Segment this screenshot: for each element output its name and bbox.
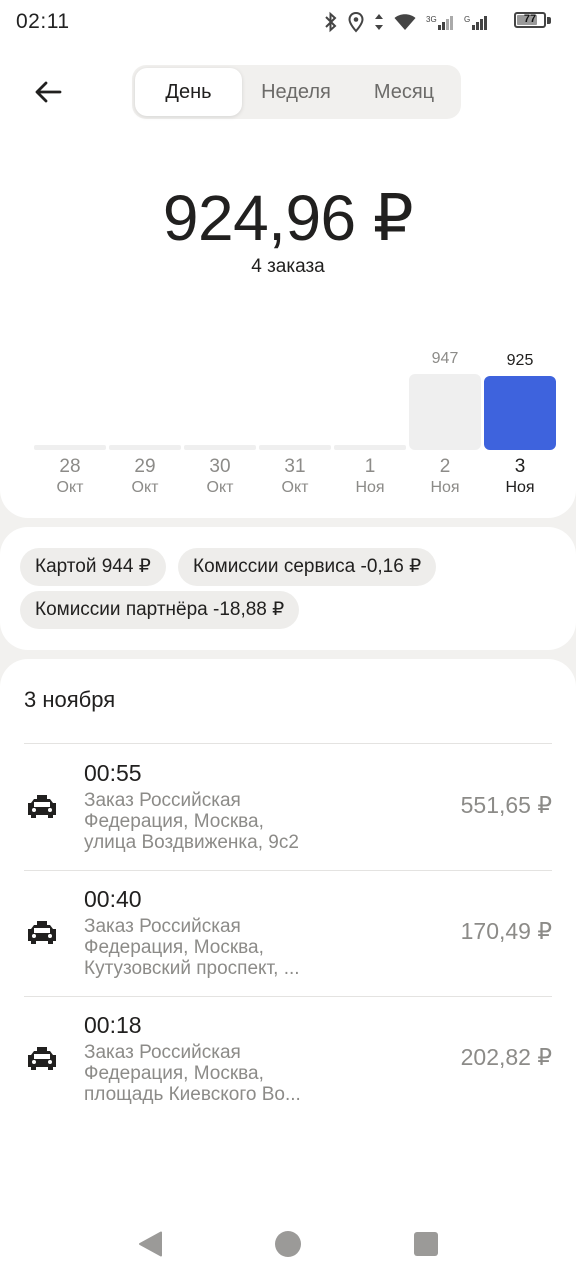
chart-tick-month: Ноя	[430, 479, 460, 496]
period-tabs: День Неделя Месяц	[132, 65, 461, 119]
signal-3g-icon: 3G	[426, 15, 453, 30]
battery-icon: 77	[514, 12, 546, 28]
chart-tick-month: Ноя	[355, 479, 385, 496]
chart-bar[interactable]	[484, 375, 556, 450]
chart-tick-label[interactable]: 30 Окт	[184, 456, 256, 498]
chart-tick-day: 2	[439, 456, 451, 477]
chart-tick-day: 3	[514, 456, 526, 477]
breakdown-card: Картой 944 ₽ Комиссии сервиса -0,16 ₽ Ко…	[0, 527, 576, 650]
total-earnings: 924,96 ₽	[162, 182, 414, 254]
nav-back-icon[interactable]	[138, 1231, 164, 1257]
data-arrows-icon	[375, 14, 383, 30]
back-button[interactable]	[24, 72, 72, 112]
card-payment-chip: Картой 944 ₽	[20, 548, 166, 586]
service-fee-chip: Комиссии сервиса -0,16 ₽	[178, 548, 437, 586]
order-price: 202,82 ₽	[460, 1044, 552, 1070]
battery-text: 77	[523, 13, 537, 25]
tab-week[interactable]: Неделя	[242, 68, 350, 116]
chart-bar[interactable]	[184, 445, 256, 450]
nav-home-icon[interactable]	[275, 1231, 301, 1257]
summary-card: День Неделя Месяц 924,96 ₽ 4 заказа 28 Ок…	[0, 44, 576, 518]
status-time: 02:11	[16, 10, 70, 33]
location-icon	[348, 11, 364, 33]
order-address-line: Заказ Российская	[84, 790, 241, 811]
chart-tick-month: Окт	[131, 479, 159, 496]
chart-tick-label[interactable]: 1 Ноя	[334, 456, 406, 498]
svg-text:G: G	[464, 15, 470, 24]
partner-fee-chip: Комиссии партнёра -18,88 ₽	[20, 591, 300, 629]
order-address-line: площадь Киевского Во...	[84, 1084, 301, 1105]
chart-bar[interactable]	[409, 374, 481, 450]
taxi-car-icon	[28, 921, 56, 944]
order-address-line: Федерация, Москва,	[84, 1063, 264, 1084]
order-time: 00:55	[84, 760, 142, 786]
chart-tick-day: 1	[364, 456, 376, 477]
orders-date-header: 3 ноября	[24, 687, 116, 712]
chart-bar-value: 947	[431, 350, 459, 367]
chart-bar[interactable]	[34, 445, 106, 450]
chart-tick-label[interactable]: 2 Ноя	[409, 456, 481, 498]
order-address: Заказ Российская Федерация, Москва, улиц…	[84, 790, 334, 853]
order-address-line: Заказ Российская	[84, 916, 241, 937]
earnings-chart: 28 Окт 29 Окт 30 Окт 31 Окт 1 Ноя 947 2 Ноя 925 3 Ноя	[0, 344, 576, 514]
order-address-line: Кутузовский проспект, ...	[84, 958, 300, 979]
chart-tick-day: 30	[209, 456, 231, 477]
order-address: Заказ Российская Федерация, Москва, Куту…	[84, 916, 334, 979]
signal-g-icon: G	[464, 15, 487, 30]
order-item[interactable]: 00:55 Заказ Российская Федерация, Москва…	[0, 744, 576, 870]
chart-tick-label[interactable]: 3 Ноя	[484, 456, 556, 498]
order-address-line: Заказ Российская	[84, 1042, 241, 1063]
battery-tip	[547, 17, 551, 24]
chart-tick-month: Окт	[206, 479, 234, 496]
chart-tick-label[interactable]: 29 Окт	[109, 456, 181, 498]
order-time: 00:18	[84, 1012, 142, 1038]
order-address-line: улица Воздвиженка, 9с2	[84, 832, 299, 853]
bluetooth-icon	[325, 11, 337, 33]
order-address-line: Федерация, Москва,	[84, 937, 264, 958]
status-bar: 02:11 3G G 77	[0, 0, 576, 44]
nav-recent-apps-icon[interactable]	[414, 1232, 438, 1256]
system-nav-bar	[0, 1131, 576, 1280]
chart-tick-label[interactable]: 28 Окт	[34, 456, 106, 498]
order-item[interactable]: 00:40 Заказ Российская Федерация, Москва…	[0, 870, 576, 996]
order-item[interactable]: 00:18 Заказ Российская Федерация, Москва…	[0, 996, 576, 1122]
chart-tick-day: 28	[59, 456, 81, 477]
chart-tick-day: 31	[284, 456, 306, 477]
taxi-car-icon	[28, 795, 56, 818]
taxi-car-icon	[28, 1047, 56, 1070]
status-icons: 3G G	[324, 10, 492, 34]
arrow-left-icon	[35, 81, 62, 103]
chart-bar[interactable]	[259, 445, 331, 450]
tab-month[interactable]: Месяц	[350, 68, 458, 116]
order-time: 00:40	[84, 886, 142, 912]
wifi-icon	[394, 14, 416, 30]
orders-card: 3 ноября 00:55 Заказ Российская Федераци…	[0, 659, 576, 1131]
chart-bar[interactable]	[334, 445, 406, 450]
svg-text:3G: 3G	[426, 15, 437, 24]
order-address-line: Федерация, Москва,	[84, 811, 264, 832]
chart-bar-value: 925	[506, 351, 534, 369]
chart-tick-month: Ноя	[505, 479, 535, 496]
order-address: Заказ Российская Федерация, Москва, площ…	[84, 1042, 334, 1105]
chart-tick-month: Окт	[281, 479, 309, 496]
order-price: 170,49 ₽	[460, 918, 552, 944]
chart-tick-label[interactable]: 31 Окт	[259, 456, 331, 498]
chart-tick-month: Окт	[56, 479, 84, 496]
order-price: 551,65 ₽	[460, 792, 552, 818]
chart-tick-day: 29	[134, 456, 156, 477]
tab-day[interactable]: День	[135, 68, 242, 116]
orders-count: 4 заказа	[251, 256, 325, 277]
chart-bar[interactable]	[109, 445, 181, 450]
